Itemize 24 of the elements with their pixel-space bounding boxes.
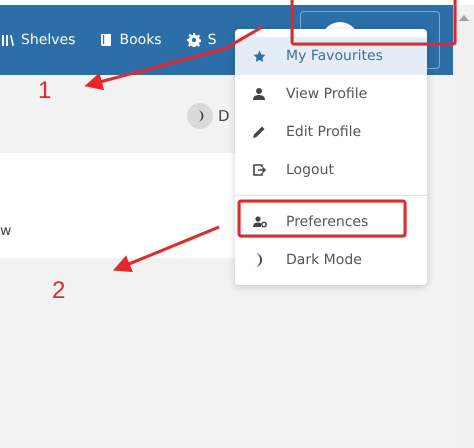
menu-item[interactable]: Logout — [235, 151, 427, 189]
menu-item[interactable]: My Favourites — [235, 37, 427, 75]
pencil-icon — [253, 126, 265, 138]
star-icon — [253, 50, 266, 62]
menu-item[interactable]: Preferences — [235, 203, 427, 241]
menu-item[interactable]: Edit Profile — [235, 113, 427, 151]
scrollbar[interactable] — [453, 5, 474, 448]
menu-item[interactable]: View Profile — [235, 75, 427, 113]
dark-mode-toggle[interactable] — [187, 103, 213, 129]
toggle-label: D — [218, 107, 230, 125]
logout-icon — [253, 164, 266, 176]
user-gear-icon — [253, 216, 267, 228]
menu-item[interactable]: Dark Mode — [235, 241, 427, 279]
person-icon — [253, 88, 265, 100]
nav-link[interactable]: S — [208, 32, 216, 48]
card-text: w — [0, 223, 12, 239]
annotation-number: 2 — [52, 277, 66, 304]
annotation-number: 1 — [38, 77, 52, 104]
scroll-up-icon[interactable] — [458, 15, 468, 21]
nav-link[interactable]: Books — [119, 32, 162, 48]
book-icon — [100, 33, 112, 47]
nav-link[interactable]: Shelves — [21, 32, 76, 48]
shelves-icon — [2, 34, 14, 46]
gear-icon — [186, 33, 201, 47]
